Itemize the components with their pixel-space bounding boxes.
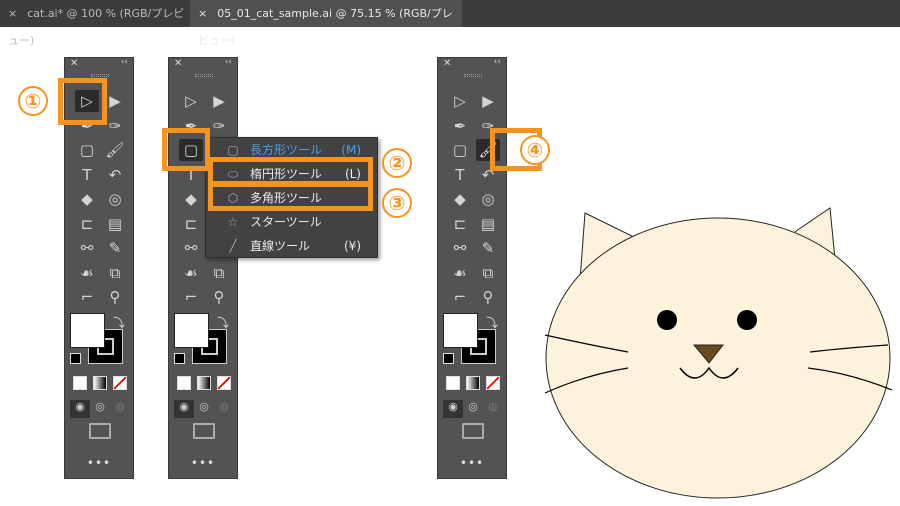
cat-right-eye [737, 310, 757, 330]
cat-artwork [544, 207, 893, 499]
fill-swatch[interactable] [70, 313, 105, 348]
fill-swatch[interactable] [443, 313, 478, 348]
cat-face [545, 217, 891, 499]
fill-swatch[interactable] [174, 313, 209, 348]
cat-left-eye [657, 310, 677, 330]
